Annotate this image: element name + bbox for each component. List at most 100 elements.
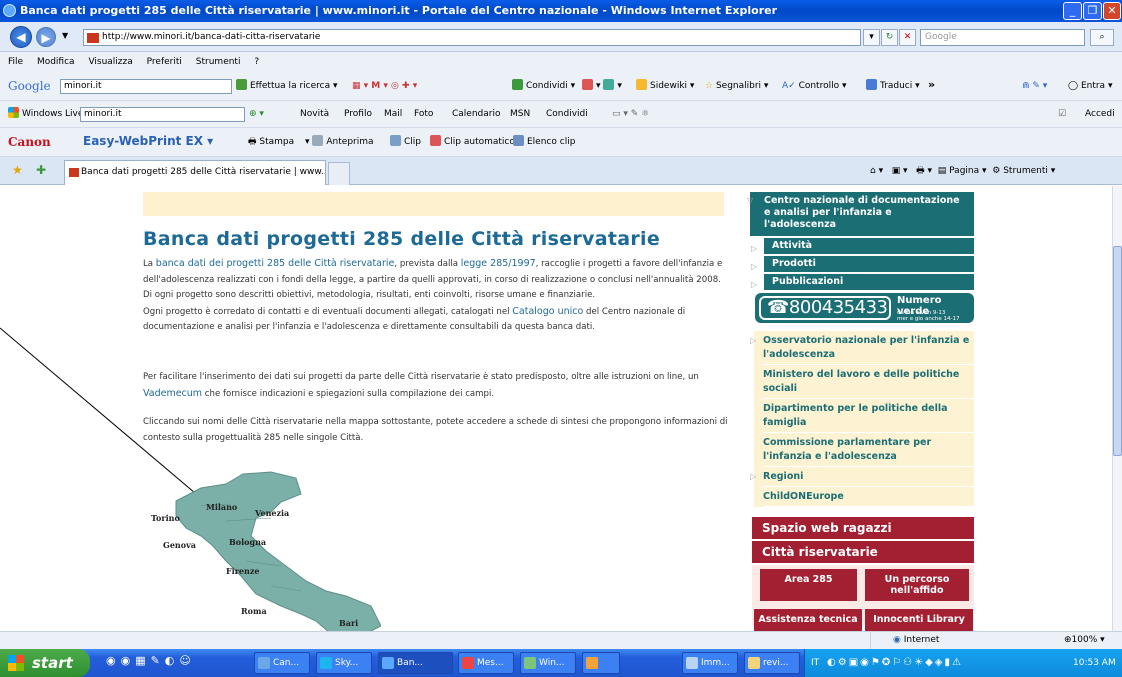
taskbar-item-win[interactable]: Win... xyxy=(520,652,576,674)
menu-modifica[interactable]: Modifica xyxy=(37,57,75,67)
link-dipartimento[interactable]: Dipartimento per le politiche della fami… xyxy=(763,399,974,433)
link-ministero[interactable]: Ministero del lavoro e delle politiche s… xyxy=(763,365,974,399)
start-button[interactable]: start xyxy=(0,649,90,677)
add-favorite-icon[interactable]: ✚ xyxy=(36,163,46,177)
google-search-field[interactable]: minori.it xyxy=(60,79,232,94)
spazio-web-ragazzi-button[interactable]: Spazio web ragazzi xyxy=(752,517,974,539)
more-button[interactable]: » xyxy=(928,75,935,95)
link-childoneurope[interactable]: ChildONEurope xyxy=(763,487,974,507)
live-search-button[interactable]: ⊕ ▾ xyxy=(249,104,264,124)
gmail-icon[interactable]: ▦ ▾ M ▾ ◎ ✚ ▾ xyxy=(352,76,417,96)
link-regioni[interactable]: ▷ Regioni xyxy=(750,467,974,487)
close-button[interactable]: ✕ xyxy=(1103,2,1121,20)
innocenti-library-button[interactable]: Innocenti Library xyxy=(865,609,973,631)
centro-nazionale-header[interactable]: ▽ Centro nazionale di documentazione e a… xyxy=(747,192,974,236)
clip-automatico-button[interactable]: Clip automatico xyxy=(430,132,515,152)
scrollbar-thumb[interactable] xyxy=(1113,246,1122,456)
live-extra-icons[interactable]: ▭ ▾ ✎ ⚛ xyxy=(612,104,649,124)
live-link-foto[interactable]: Foto xyxy=(414,104,433,124)
city-bologna[interactable]: Bologna xyxy=(229,537,266,547)
controllo-button[interactable]: A✓ Controllo ▾ xyxy=(782,76,847,96)
clip-button[interactable]: Clip xyxy=(390,132,421,152)
live-link-profilo[interactable]: Profilo xyxy=(344,104,372,124)
search-input[interactable]: Google xyxy=(920,29,1085,46)
entra-button[interactable]: ◯ Entra ▾ xyxy=(1068,76,1112,96)
stampa-button[interactable]: 🖶 Stampa xyxy=(248,132,294,152)
city-torino[interactable]: Torino xyxy=(151,513,180,523)
live-link-mail[interactable]: Mail xyxy=(384,104,402,124)
accedi-link[interactable]: Accedi xyxy=(1085,104,1115,124)
taskbar-item-revi[interactable]: revi... xyxy=(744,652,800,674)
catalogo-link[interactable]: Catalogo unico xyxy=(512,306,583,317)
menu-file[interactable]: File xyxy=(8,57,23,67)
city-roma[interactable]: Roma xyxy=(241,606,267,616)
sidewiki-button[interactable]: Sidewiki ▾ xyxy=(636,76,694,96)
home-icon[interactable]: ⌂ ▾ xyxy=(870,166,883,176)
taskbar-item-imm[interactable]: Imm... xyxy=(682,652,738,674)
city-firenze[interactable]: Firenze xyxy=(226,566,259,576)
tab-banca-dati[interactable]: Banca dati progetti 285 delle Città rise… xyxy=(64,160,326,185)
taskbar-item-skype[interactable]: Sky... xyxy=(316,652,372,674)
live-link-novita[interactable]: Novità xyxy=(300,104,329,124)
signin-icon[interactable]: ☑ xyxy=(1058,104,1066,124)
live-search-field[interactable]: minori.it xyxy=(80,107,245,122)
live-link-msn[interactable]: MSN xyxy=(510,104,530,124)
favorites-star-icon[interactable]: ★ xyxy=(12,163,23,177)
address-dropdown[interactable]: ▾ xyxy=(863,29,880,46)
stop-button[interactable]: ✕ xyxy=(899,29,916,46)
city-milano[interactable]: Milano xyxy=(206,502,238,512)
easy-webprint-menu[interactable]: Easy-WebPrint EX ▾ xyxy=(83,131,213,151)
city-venezia[interactable]: Venezia xyxy=(254,508,289,518)
elenco-clip-button[interactable]: Elenco clip xyxy=(513,132,575,152)
taskbar-item-app[interactable] xyxy=(582,652,620,674)
print-icon[interactable]: 🖶 ▾ xyxy=(916,166,932,176)
legge-link[interactable]: legge 285/1997 xyxy=(461,258,536,269)
city-genova[interactable]: Genova xyxy=(163,540,196,550)
menu-strumenti[interactable]: Strumenti xyxy=(196,57,241,67)
feeds-icon[interactable]: ▣ ▾ xyxy=(892,166,908,176)
live-link-calendario[interactable]: Calendario xyxy=(452,104,500,124)
sidebar-item-prodotti[interactable]: ▷ Prodotti xyxy=(751,256,974,272)
live-link-condividi[interactable]: Condividi xyxy=(546,104,588,124)
sidebar-item-pubblicazioni[interactable]: ▷ Pubblicazioni xyxy=(751,274,974,290)
history-dropdown[interactable]: ▼ xyxy=(62,31,68,40)
new-tab-button[interactable] xyxy=(328,162,350,185)
sidebar-item-attivita[interactable]: ▷ Attività xyxy=(751,238,974,254)
vertical-scrollbar[interactable] xyxy=(1112,186,1122,631)
back-button[interactable]: ◀ xyxy=(10,26,32,48)
address-bar[interactable]: http://www.minori.it/banca-dati-citta-ri… xyxy=(83,29,861,46)
quick-launch-icons[interactable]: ◉◉▦✎◐☺ xyxy=(106,654,196,667)
taskbar-item-messenger[interactable]: Mes... xyxy=(458,652,514,674)
pagina-menu[interactable]: ▤ Pagina ▾ xyxy=(938,166,987,176)
tray-icons[interactable]: ◐⚙▣◉⚑✪⚐⚇☀◆◈▮⚠ xyxy=(827,649,963,677)
city-bari[interactable]: Bari xyxy=(339,618,358,628)
taskbar-item-canon[interactable]: Can... xyxy=(254,652,310,674)
forward-button[interactable]: ▶ xyxy=(36,27,56,47)
search-icon[interactable]: ⌕ xyxy=(1090,29,1114,46)
maximize-button[interactable]: ❐ xyxy=(1083,2,1102,20)
extra-buttons[interactable]: ▾ ▾ xyxy=(582,76,622,96)
anteprima-button[interactable]: ▾ Anteprima xyxy=(305,132,374,152)
zoom-level[interactable]: ⊕100% ▾ xyxy=(1064,632,1105,649)
link-commissione[interactable]: Commissione parlamentare per l'infanzia … xyxy=(763,433,974,467)
menu-help[interactable]: ? xyxy=(254,57,259,67)
percorso-affido-button[interactable]: Un percorso nell'affido xyxy=(865,569,969,601)
refresh-button[interactable]: ↻ xyxy=(881,29,898,46)
menu-preferiti[interactable]: Preferiti xyxy=(147,57,182,67)
google-search-button[interactable]: Effettua la ricerca ▾ xyxy=(236,76,337,96)
citta-riservatarie-button[interactable]: Città riservatarie xyxy=(752,541,974,563)
strumenti-menu[interactable]: ⚙ Strumenti ▾ xyxy=(992,166,1055,176)
menu-visualizza[interactable]: Visualizza xyxy=(88,57,132,67)
segnalibri-button[interactable]: ☆ Segnalibri ▾ xyxy=(705,76,768,96)
numero-verde-banner[interactable]: ☎800435433 Numero verde da lun a ven 9-1… xyxy=(755,293,974,323)
area-285-button[interactable]: Area 285 xyxy=(760,569,857,601)
link-osservatorio[interactable]: ▷ Osservatorio nazionale per l'infanzia e… xyxy=(750,331,974,365)
vademecum-link[interactable]: Vademecum xyxy=(143,388,202,399)
banca-dati-link[interactable]: banca dati dei progetti 285 delle Città … xyxy=(156,258,395,269)
minimize-button[interactable]: _ xyxy=(1063,2,1082,20)
traduci-button[interactable]: Traduci ▾ xyxy=(866,76,920,96)
taskbar-item-browser[interactable]: Ban... xyxy=(378,652,453,674)
language-indicator[interactable]: IT xyxy=(811,649,819,677)
condividi-button[interactable]: Condividi ▾ xyxy=(512,76,575,96)
wifi-icon[interactable]: ⋒ ✎ ▾ xyxy=(1022,76,1047,96)
